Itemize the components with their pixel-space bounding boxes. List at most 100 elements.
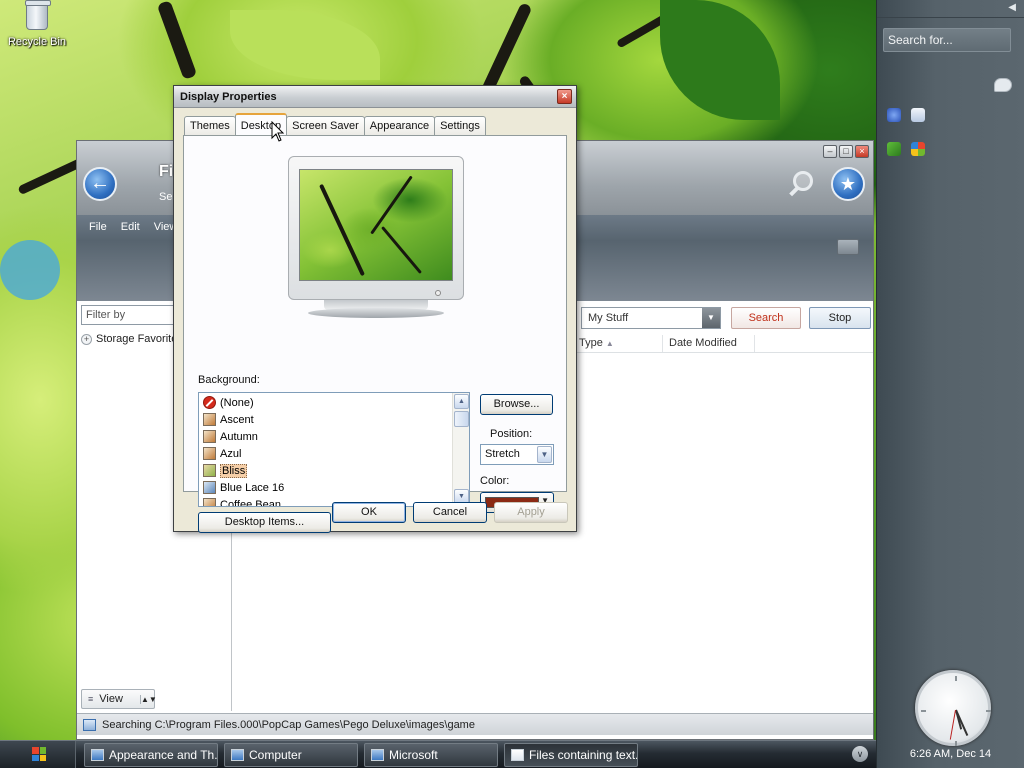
tab-themes[interactable]: Themes	[184, 116, 236, 135]
desktop-items-button[interactable]: Desktop Items...	[198, 512, 331, 533]
column-type[interactable]: Type ▲	[573, 335, 663, 352]
ok-button[interactable]: OK	[332, 502, 406, 523]
windows-logo-icon[interactable]	[911, 142, 925, 156]
scroll-thumb[interactable]	[454, 411, 469, 427]
stop-button[interactable]: Stop	[809, 307, 871, 329]
search-status-icon	[83, 718, 96, 731]
window-icon	[371, 749, 384, 761]
view-spinner-icon[interactable]: ▲▼	[140, 694, 157, 704]
recycle-bin[interactable]: Recycle Bin	[6, 0, 68, 48]
wallpaper-leaf	[660, 0, 780, 120]
color-label: Color:	[480, 475, 510, 487]
list-item[interactable]: Azul	[203, 445, 241, 462]
view-list-icon: ≡	[88, 694, 94, 704]
tree-item-storage-favorites[interactable]: + Storage Favorite	[81, 333, 177, 345]
minimize-button[interactable]: –	[823, 145, 837, 158]
sidebar-search-input[interactable]: Search for...	[883, 28, 1011, 52]
chevron-down-icon[interactable]: ∨	[852, 746, 868, 762]
status-text: Searching C:\Program Files.000\PopCap Ga…	[102, 718, 475, 731]
search-scope-select[interactable]: My Stuff ▼	[581, 307, 721, 329]
list-item[interactable]: Ascent	[203, 411, 254, 428]
chat-bubble-icon[interactable]	[994, 78, 1012, 92]
taskbar: Appearance and Th... Computer Microsoft …	[0, 740, 876, 768]
column-date-modified[interactable]: Date Modified	[663, 335, 755, 352]
monitor-preview	[288, 156, 464, 300]
list-scrollbar[interactable]: ▲ ▼	[452, 393, 469, 506]
caption-buttons: – □ ×	[823, 145, 869, 158]
start-button[interactable]	[0, 741, 76, 768]
apply-button[interactable]: Apply	[494, 502, 568, 523]
background-listbox[interactable]: (None) Ascent Autumn Azul Bliss Blue Lac…	[198, 392, 470, 507]
image-file-icon	[203, 447, 216, 460]
tree-item-label: Storage Favorite	[96, 333, 178, 345]
control-panel-icon	[91, 749, 104, 761]
tab-appearance[interactable]: Appearance	[363, 116, 436, 135]
taskbar-item-computer[interactable]: Computer	[224, 743, 358, 767]
back-button[interactable]: ←	[83, 167, 117, 201]
menu-edit[interactable]: Edit	[121, 221, 140, 233]
messenger-icon[interactable]	[887, 108, 901, 122]
dialog-close-button[interactable]: ×	[557, 89, 572, 104]
notes-icon[interactable]	[911, 108, 925, 122]
expand-plus-icon[interactable]: +	[81, 333, 92, 345]
image-file-icon	[203, 481, 216, 494]
image-file-icon	[203, 464, 216, 477]
clock-label: 6:26 AM, Dec 14	[909, 748, 992, 760]
display-properties-dialog: Display Properties × Themes Desktop Scre…	[173, 85, 577, 533]
chevron-down-icon[interactable]: ▼	[702, 308, 720, 328]
list-item[interactable]: Coffee Bean	[203, 496, 281, 506]
wallpaper-preview	[299, 169, 453, 281]
monitor-base	[308, 308, 444, 318]
sidebar-arrow-icon[interactable]: ◀	[1008, 2, 1016, 13]
taskbar-item-files-containing-text[interactable]: Files containing text...	[504, 743, 638, 767]
view-button[interactable]: ≡ View ▲▼	[81, 689, 157, 709]
computer-icon	[231, 749, 244, 761]
close-button[interactable]: ×	[855, 145, 869, 158]
analog-clock[interactable]	[915, 670, 991, 746]
search-magnifier-icon[interactable]	[787, 169, 817, 199]
tab-strip: Themes Desktop Screen Saver Appearance S…	[184, 113, 486, 135]
image-file-icon	[203, 430, 216, 443]
status-bar: Searching C:\Program Files.000\PopCap Ga…	[77, 713, 873, 735]
sort-ascending-icon: ▲	[605, 339, 614, 348]
background-label: Background:	[198, 374, 260, 386]
mouse-cursor-icon	[271, 121, 285, 142]
scroll-up-icon[interactable]: ▲	[454, 394, 469, 409]
view-button-label: View	[99, 693, 123, 705]
taskbar-item-microsoft[interactable]: Microsoft	[364, 743, 498, 767]
list-item[interactable]: (None)	[203, 394, 254, 411]
chevron-down-icon[interactable]: ▼	[537, 446, 552, 463]
search-scope-value: My Stuff	[588, 312, 629, 324]
document-icon	[511, 749, 524, 761]
browse-button[interactable]: Browse...	[480, 394, 553, 415]
tab-settings[interactable]: Settings	[434, 116, 486, 135]
list-item[interactable]: Blue Lace 16	[203, 479, 284, 496]
gadget-row	[887, 108, 925, 122]
clock-second-hand	[949, 709, 956, 740]
recycle-bin-icon	[25, 0, 51, 30]
cancel-button[interactable]: Cancel	[413, 502, 487, 523]
toolbar-layout-icon[interactable]	[837, 239, 859, 255]
position-value: Stretch	[485, 448, 520, 460]
clock-minute-hand	[955, 709, 969, 736]
dialog-title: Display Properties	[180, 91, 277, 103]
sidebar-top-bar: ◀	[877, 0, 1024, 18]
taskbar-item-appearance[interactable]: Appearance and Th...	[84, 743, 218, 767]
network-icon[interactable]	[887, 142, 901, 156]
position-label: Position:	[490, 428, 533, 440]
list-item[interactable]: Autumn	[203, 428, 258, 445]
recycle-bin-label: Recycle Bin	[7, 36, 67, 48]
menu-file[interactable]: File	[89, 221, 107, 233]
maximize-button[interactable]: □	[839, 145, 853, 158]
favorites-star-icon[interactable]: ★	[831, 167, 865, 201]
gadget-row	[887, 142, 925, 156]
list-item-selected[interactable]: Bliss	[203, 462, 248, 479]
image-file-icon	[203, 498, 216, 506]
tab-screen-saver[interactable]: Screen Saver	[286, 116, 365, 135]
search-button[interactable]: Search	[731, 307, 801, 329]
none-prohibited-icon	[203, 396, 216, 409]
windows-sidebar: ◀ Search for... 6:26 AM, Dec 14	[876, 0, 1024, 768]
wallpaper-leaf	[230, 10, 380, 80]
column-headers: Type ▲ Date Modified	[573, 335, 873, 353]
position-select[interactable]: Stretch ▼	[480, 444, 554, 465]
